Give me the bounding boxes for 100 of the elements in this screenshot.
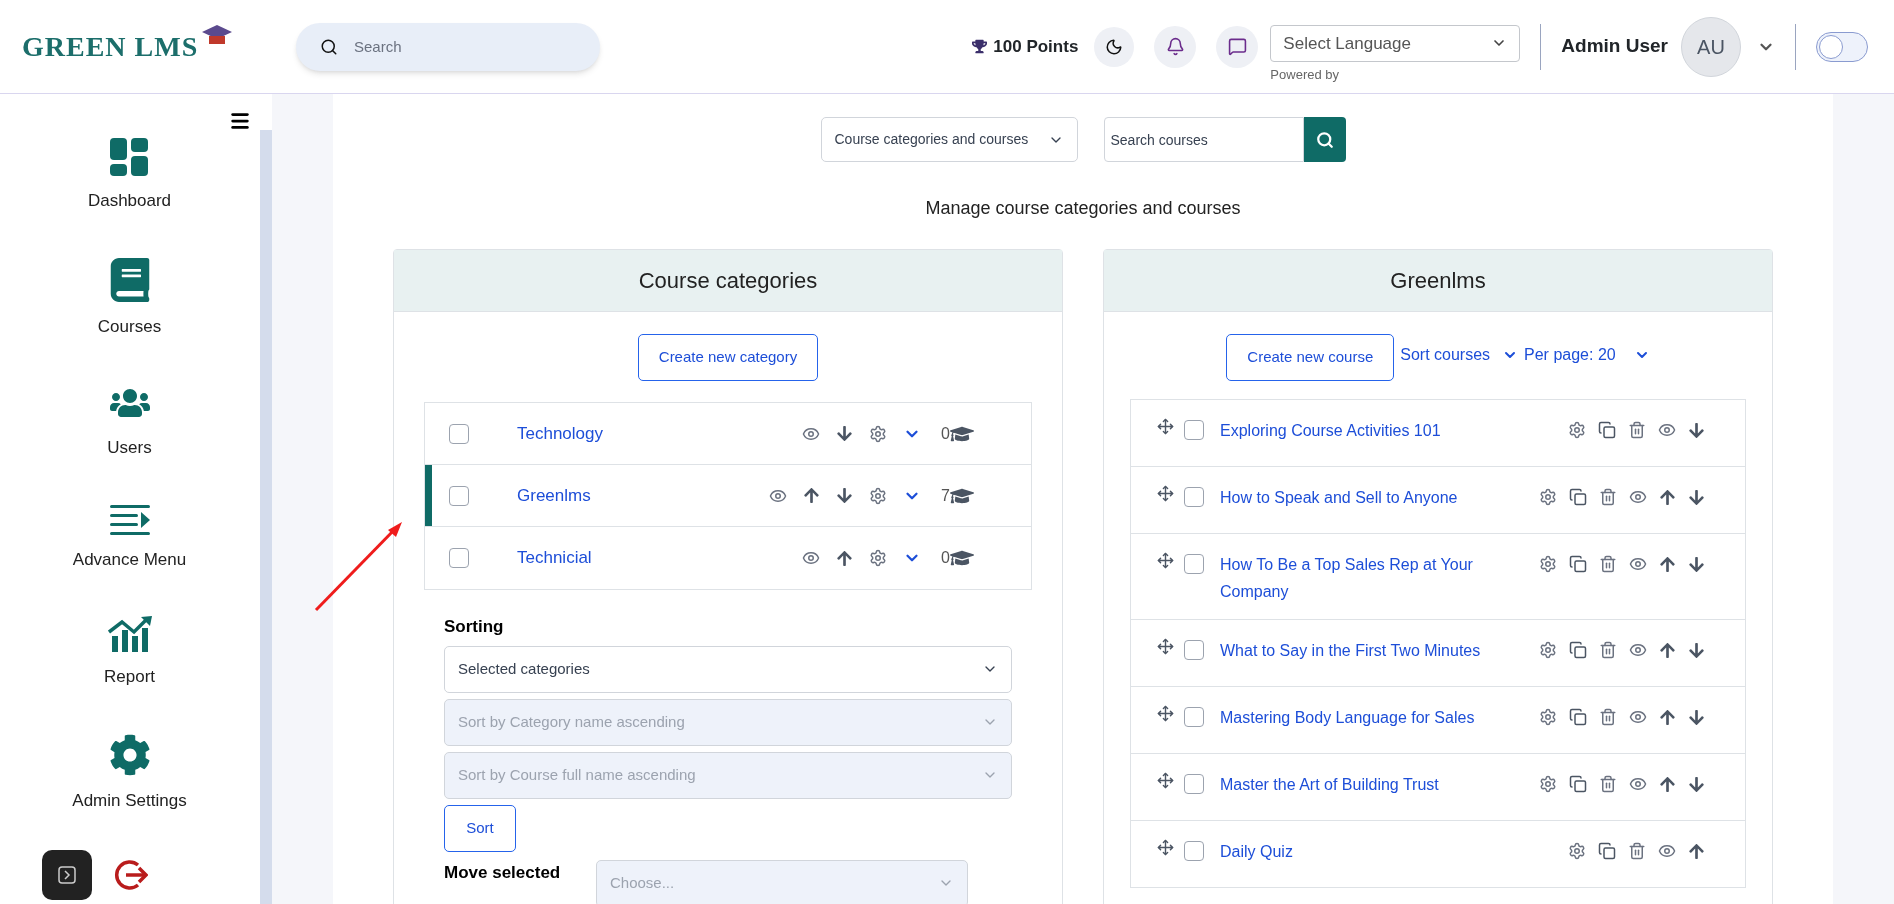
arrow-down-icon[interactable] xyxy=(836,425,853,442)
arrow-up-icon[interactable] xyxy=(803,487,820,504)
view-icon[interactable] xyxy=(802,549,820,567)
sort-select[interactable]: Selected categories xyxy=(444,645,1012,693)
drag-handle-icon[interactable] xyxy=(1157,485,1174,502)
sidebar-item[interactable]: Users xyxy=(107,435,152,461)
sort-courses-link[interactable]: Sort courses xyxy=(1400,342,1491,367)
drag-handle-icon[interactable] xyxy=(1157,638,1174,655)
arrow-down-icon[interactable] xyxy=(1688,708,1705,726)
checkbox[interactable] xyxy=(1184,707,1204,727)
course-link[interactable]: Exploring Course Activities 101 xyxy=(1220,417,1520,444)
category-link[interactable]: Technicial xyxy=(517,545,717,571)
settings-icon[interactable] xyxy=(1539,641,1557,659)
course-link[interactable]: Daily Quiz xyxy=(1220,838,1520,865)
copy-icon[interactable] xyxy=(1569,708,1587,726)
checkbox[interactable] xyxy=(1184,554,1204,574)
scrollbar[interactable] xyxy=(260,130,272,904)
category-link[interactable]: Greenlms xyxy=(517,482,717,509)
expand-button[interactable] xyxy=(42,850,92,900)
trash-icon[interactable] xyxy=(1628,421,1646,439)
arrow-down-icon[interactable] xyxy=(1688,555,1705,573)
settings-icon[interactable] xyxy=(1539,708,1557,726)
search-button[interactable] xyxy=(1303,117,1346,162)
view-icon[interactable] xyxy=(1629,555,1647,573)
trash-icon[interactable] xyxy=(1599,775,1617,793)
sidebar-item[interactable]: Report xyxy=(104,664,155,690)
course-link[interactable]: How to Speak and Sell to Anyone xyxy=(1220,484,1520,511)
drag-handle-icon[interactable] xyxy=(1157,418,1174,435)
arrow-up-icon[interactable] xyxy=(1659,641,1676,659)
course-link[interactable]: Mastering Body Language for Sales xyxy=(1220,704,1520,731)
theme-toggle[interactable] xyxy=(1816,31,1868,62)
arrow-down-icon[interactable] xyxy=(1688,421,1705,439)
drag-handle-icon[interactable] xyxy=(1157,552,1174,569)
course-link[interactable]: What to Say in the First Two Minutes xyxy=(1220,637,1520,664)
logo[interactable]: GREEN LMS xyxy=(22,25,199,68)
course-link[interactable]: Master the Art of Building Trust xyxy=(1220,771,1520,798)
trash-icon[interactable] xyxy=(1599,488,1617,506)
checkbox[interactable] xyxy=(449,485,469,506)
settings-icon[interactable] xyxy=(1539,555,1557,573)
category-row[interactable]: Technicial 0 xyxy=(425,527,1031,589)
trash-icon[interactable] xyxy=(1599,555,1617,573)
copy-icon[interactable] xyxy=(1569,641,1587,659)
view-icon[interactable] xyxy=(1658,421,1676,439)
sidebar-item[interactable]: Admin Settings xyxy=(72,787,187,813)
language-select[interactable]: Select Language xyxy=(1270,24,1521,62)
copy-icon[interactable] xyxy=(1569,775,1587,793)
settings-icon[interactable] xyxy=(1539,775,1557,793)
sort-button[interactable]: Sort xyxy=(444,804,516,852)
arrow-down-icon[interactable] xyxy=(836,487,853,504)
settings-icon[interactable] xyxy=(1568,421,1586,439)
trash-icon[interactable] xyxy=(1628,842,1646,860)
copy-icon[interactable] xyxy=(1569,488,1587,506)
settings-icon[interactable] xyxy=(869,424,887,443)
settings-icon[interactable] xyxy=(869,549,887,567)
trash-icon[interactable] xyxy=(1599,708,1617,726)
checkbox[interactable] xyxy=(1184,841,1204,861)
search-field[interactable]: Search xyxy=(296,22,600,71)
checkbox[interactable] xyxy=(449,423,469,444)
user-avatar[interactable]: AU xyxy=(1681,16,1741,77)
drag-handle-icon[interactable] xyxy=(1157,705,1174,722)
trash-icon[interactable] xyxy=(1599,641,1617,659)
create-category-button[interactable]: Create new category xyxy=(637,334,819,381)
create-course-button[interactable]: Create new course xyxy=(1226,334,1395,381)
arrow-up-icon[interactable] xyxy=(1659,775,1676,793)
settings-icon[interactable] xyxy=(1539,488,1557,506)
per-page-link[interactable]: Per page: 20 xyxy=(1524,342,1616,367)
course-search-field[interactable]: Search courses xyxy=(1103,117,1304,162)
copy-icon[interactable] xyxy=(1569,555,1587,573)
checkbox[interactable] xyxy=(1184,487,1204,507)
category-row[interactable]: Greenlms 7 xyxy=(425,465,1031,527)
arrow-down-icon[interactable] xyxy=(1688,641,1705,659)
settings-icon[interactable] xyxy=(1568,842,1586,860)
arrow-up-icon[interactable] xyxy=(1659,488,1676,506)
arrow-up-icon[interactable] xyxy=(1659,708,1676,726)
menu-icon[interactable] xyxy=(229,110,251,132)
sidebar-item[interactable]: Courses xyxy=(97,313,162,339)
category-row[interactable]: Technology 0 xyxy=(425,403,1031,465)
drag-handle-icon[interactable] xyxy=(1157,772,1174,789)
checkbox[interactable] xyxy=(449,548,469,568)
arrow-down-icon[interactable] xyxy=(1688,775,1705,793)
course-link[interactable]: How To Be a Top Sales Rep at Your Company xyxy=(1220,551,1520,605)
arrow-up-icon[interactable] xyxy=(1659,555,1676,573)
view-icon[interactable] xyxy=(1629,775,1647,793)
sidebar-item[interactable]: Advance Menu xyxy=(72,546,187,572)
checkbox[interactable] xyxy=(1184,640,1204,660)
settings-icon[interactable] xyxy=(869,486,887,505)
view-icon[interactable] xyxy=(1629,708,1647,726)
view-icon[interactable] xyxy=(1629,488,1647,506)
drag-handle-icon[interactable] xyxy=(1157,839,1174,856)
copy-icon[interactable] xyxy=(1598,842,1616,860)
view-select[interactable]: Course categories and courses xyxy=(820,117,1078,162)
checkbox[interactable] xyxy=(1184,774,1204,794)
checkbox[interactable] xyxy=(1184,420,1204,440)
arrow-up-icon[interactable] xyxy=(1688,842,1705,860)
view-icon[interactable] xyxy=(1629,641,1647,659)
category-link[interactable]: Technology xyxy=(517,420,717,447)
copy-icon[interactable] xyxy=(1598,421,1616,439)
view-icon[interactable] xyxy=(1658,842,1676,860)
sidebar-item[interactable]: Dashboard xyxy=(87,188,172,214)
arrow-up-icon[interactable] xyxy=(836,549,853,567)
